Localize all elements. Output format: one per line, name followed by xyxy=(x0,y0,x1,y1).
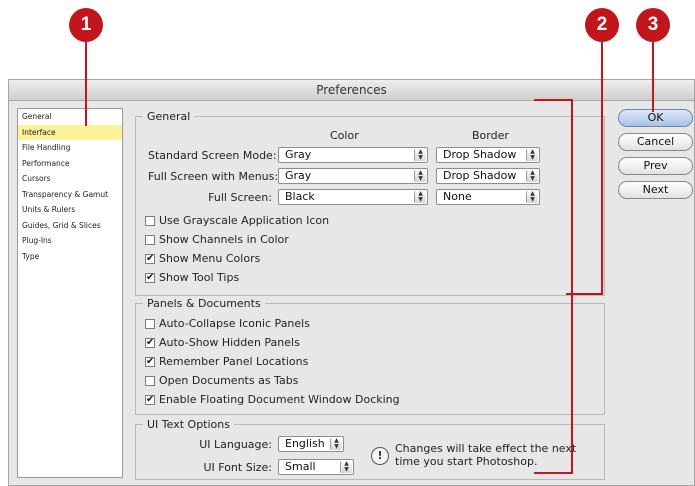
preferences-window: Preferences General Interface File Handl… xyxy=(8,79,695,486)
cancel-button[interactable]: Cancel xyxy=(618,133,693,151)
auto-collapse-iconic-panels-label: Auto-Collapse Iconic Panels xyxy=(159,317,310,330)
updown-arrows-icon: ▲ ▼ xyxy=(526,170,538,182)
updown-arrows-icon: ▲ ▼ xyxy=(340,461,352,473)
callout-bracket-top xyxy=(534,99,573,101)
standard-screen-mode-color-select[interactable]: Gray ▲ ▼ xyxy=(278,147,428,163)
ok-button[interactable]: OK xyxy=(618,109,693,127)
callout-1-line xyxy=(85,42,87,126)
checkbox-checked-icon xyxy=(145,251,155,266)
full-screen-border-value: None xyxy=(443,190,472,203)
full-screen-with-menus-color-select[interactable]: Gray ▲ ▼ xyxy=(278,168,428,184)
ui-language-select[interactable]: English ▲ ▼ xyxy=(278,436,344,452)
sidebar-item-cursors[interactable]: Cursors xyxy=(18,171,122,187)
sidebar-item-units-rulers[interactable]: Units & Rulers xyxy=(18,202,122,218)
color-column-header: Color xyxy=(330,129,359,142)
panels-documents-group: Panels & Documents Auto-Collapse Iconic … xyxy=(135,296,605,415)
callout-3-line xyxy=(652,42,654,112)
preferences-sidebar: General Interface File Handling Performa… xyxy=(17,108,123,478)
show-tool-tips-label: Show Tool Tips xyxy=(159,271,240,284)
checkbox-unchecked-icon xyxy=(145,318,155,329)
callout-2-line-vertical xyxy=(601,42,603,295)
callout-badge-2: 2 xyxy=(585,8,619,42)
callout-badge-1: 1 xyxy=(69,8,103,42)
updown-arrows-icon: ▲ ▼ xyxy=(526,149,538,161)
remember-panel-locations-checkbox[interactable]: Remember Panel Locations xyxy=(145,354,308,369)
auto-show-hidden-panels-label: Auto-Show Hidden Panels xyxy=(159,336,300,349)
auto-collapse-iconic-panels-checkbox[interactable]: Auto-Collapse Iconic Panels xyxy=(145,316,310,331)
callout-badge-3: 3 xyxy=(636,8,670,42)
window-title: Preferences xyxy=(9,80,694,101)
show-channels-in-color-checkbox[interactable]: Show Channels in Color xyxy=(145,232,289,247)
use-grayscale-app-icon-checkbox[interactable]: Use Grayscale Application Icon xyxy=(145,213,329,228)
ui-text-options-legend: UI Text Options xyxy=(143,417,234,432)
full-screen-with-menus-color-value: Gray xyxy=(285,169,312,182)
restart-note-line-2: time you start Photoshop. xyxy=(395,455,538,468)
prev-button[interactable]: Prev xyxy=(618,157,693,175)
sidebar-item-file-handling[interactable]: File Handling xyxy=(18,140,122,156)
sidebar-item-transparency-gamut[interactable]: Transparency & Gamut xyxy=(18,187,122,203)
enable-floating-docking-label: Enable Floating Document Window Docking xyxy=(159,393,400,406)
exclamation-icon: ! xyxy=(371,447,389,465)
updown-arrows-icon: ▲ ▼ xyxy=(526,191,538,203)
standard-screen-mode-border-select[interactable]: Drop Shadow ▲ ▼ xyxy=(436,147,540,163)
ui-language-label: UI Language: xyxy=(199,438,272,451)
full-screen-color-value: Black xyxy=(285,190,315,203)
general-group: General Color Border Standard Screen Mod… xyxy=(135,109,605,296)
show-channels-in-color-label: Show Channels in Color xyxy=(159,233,289,246)
checkbox-checked-icon xyxy=(145,270,155,285)
updown-arrows-icon: ▲ ▼ xyxy=(414,191,426,203)
restart-note: Changes will take effect the next time y… xyxy=(395,442,576,468)
standard-screen-mode-label: Standard Screen Mode: xyxy=(148,149,277,162)
checkbox-checked-icon xyxy=(145,354,155,369)
remember-panel-locations-label: Remember Panel Locations xyxy=(159,355,309,368)
full-screen-color-select[interactable]: Black ▲ ▼ xyxy=(278,189,428,205)
callout-bracket-bottom xyxy=(534,472,573,474)
ui-font-size-select[interactable]: Small ▲ ▼ xyxy=(278,459,354,475)
checkbox-unchecked-icon xyxy=(145,215,155,226)
updown-arrows-icon: ▲ ▼ xyxy=(414,149,426,161)
sidebar-item-type[interactable]: Type xyxy=(18,249,122,265)
checkbox-unchecked-icon xyxy=(145,234,155,245)
ui-font-size-label: UI Font Size: xyxy=(203,461,272,474)
next-button[interactable]: Next xyxy=(618,181,693,199)
standard-screen-mode-border-value: Drop Shadow xyxy=(443,148,517,161)
full-screen-with-menus-border-select[interactable]: Drop Shadow ▲ ▼ xyxy=(436,168,540,184)
general-group-legend: General xyxy=(143,109,195,124)
callout-bracket-vertical xyxy=(571,100,573,474)
sidebar-item-plug-ins[interactable]: Plug-Ins xyxy=(18,233,122,249)
sidebar-item-interface[interactable]: Interface xyxy=(18,124,122,140)
show-menu-colors-label: Show Menu Colors xyxy=(159,252,261,265)
updown-arrows-icon: ▲ ▼ xyxy=(330,438,342,450)
ui-font-size-value: Small xyxy=(285,460,316,473)
checkbox-checked-icon xyxy=(145,335,155,350)
use-grayscale-app-icon-label: Use Grayscale Application Icon xyxy=(159,214,330,227)
sidebar-item-guides-grid-slices[interactable]: Guides, Grid & Slices xyxy=(18,218,122,234)
standard-screen-mode-color-value: Gray xyxy=(285,148,312,161)
sidebar-item-general[interactable]: General xyxy=(18,109,122,125)
full-screen-border-select[interactable]: None ▲ ▼ xyxy=(436,189,540,205)
sidebar-item-performance[interactable]: Performance xyxy=(18,156,122,172)
panels-documents-legend: Panels & Documents xyxy=(143,296,265,311)
restart-note-line-1: Changes will take effect the next xyxy=(395,442,577,455)
ui-language-value: English xyxy=(285,437,325,450)
enable-floating-docking-checkbox[interactable]: Enable Floating Document Window Docking xyxy=(145,392,400,407)
full-screen-with-menus-border-value: Drop Shadow xyxy=(443,169,517,182)
auto-show-hidden-panels-checkbox[interactable]: Auto-Show Hidden Panels xyxy=(145,335,300,350)
show-menu-colors-checkbox[interactable]: Show Menu Colors xyxy=(145,251,260,266)
checkbox-unchecked-icon xyxy=(145,375,155,386)
open-documents-as-tabs-label: Open Documents as Tabs xyxy=(159,374,299,387)
border-column-header: Border xyxy=(472,129,509,142)
open-documents-as-tabs-checkbox[interactable]: Open Documents as Tabs xyxy=(145,373,298,388)
full-screen-with-menus-label: Full Screen with Menus: xyxy=(148,170,279,183)
show-tool-tips-checkbox[interactable]: Show Tool Tips xyxy=(145,270,239,285)
updown-arrows-icon: ▲ ▼ xyxy=(414,170,426,182)
full-screen-label: Full Screen: xyxy=(208,191,272,204)
checkbox-checked-icon xyxy=(145,392,155,407)
